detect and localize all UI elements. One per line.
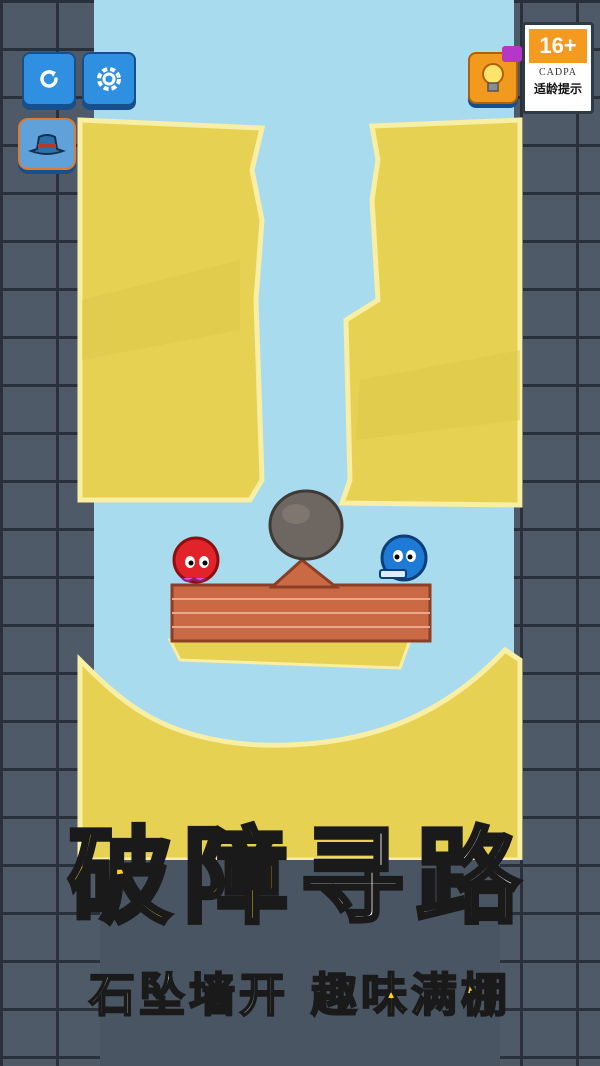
headline-part1: 破障 — [66, 816, 300, 938]
gear-icon — [97, 67, 121, 91]
game-scene — [77, 117, 523, 860]
subline-part1: 石坠墙开 — [88, 968, 289, 1022]
restart-icon — [40, 70, 58, 88]
blue-ball-character — [379, 534, 428, 582]
boulder[interactable] — [268, 489, 344, 561]
lightbulb-icon — [482, 63, 504, 92]
age-rating-label: 适龄提示 — [533, 82, 582, 96]
brick-spike — [268, 558, 341, 589]
subline: 石坠墙开 趣味满棚 — [0, 971, 600, 1019]
skin-button[interactable] — [18, 118, 76, 170]
red-ball-character — [172, 536, 220, 584]
sand-ledge — [167, 638, 413, 670]
sand-block-right[interactable] — [338, 117, 523, 508]
headline: 破障寻路 — [0, 823, 600, 931]
settings-button[interactable] — [82, 52, 136, 106]
age-rating-org: CADPA — [539, 67, 577, 78]
hat-icon — [28, 134, 66, 155]
age-rating-number: 16+ — [529, 29, 587, 63]
subline-part2: 趣味满棚 — [310, 968, 511, 1022]
age-rating-badge: 16+ CADPA 适龄提示 — [522, 22, 594, 114]
restart-button[interactable] — [22, 52, 76, 106]
video-icon — [502, 46, 522, 62]
headline-part2: 寻路 — [298, 816, 533, 938]
